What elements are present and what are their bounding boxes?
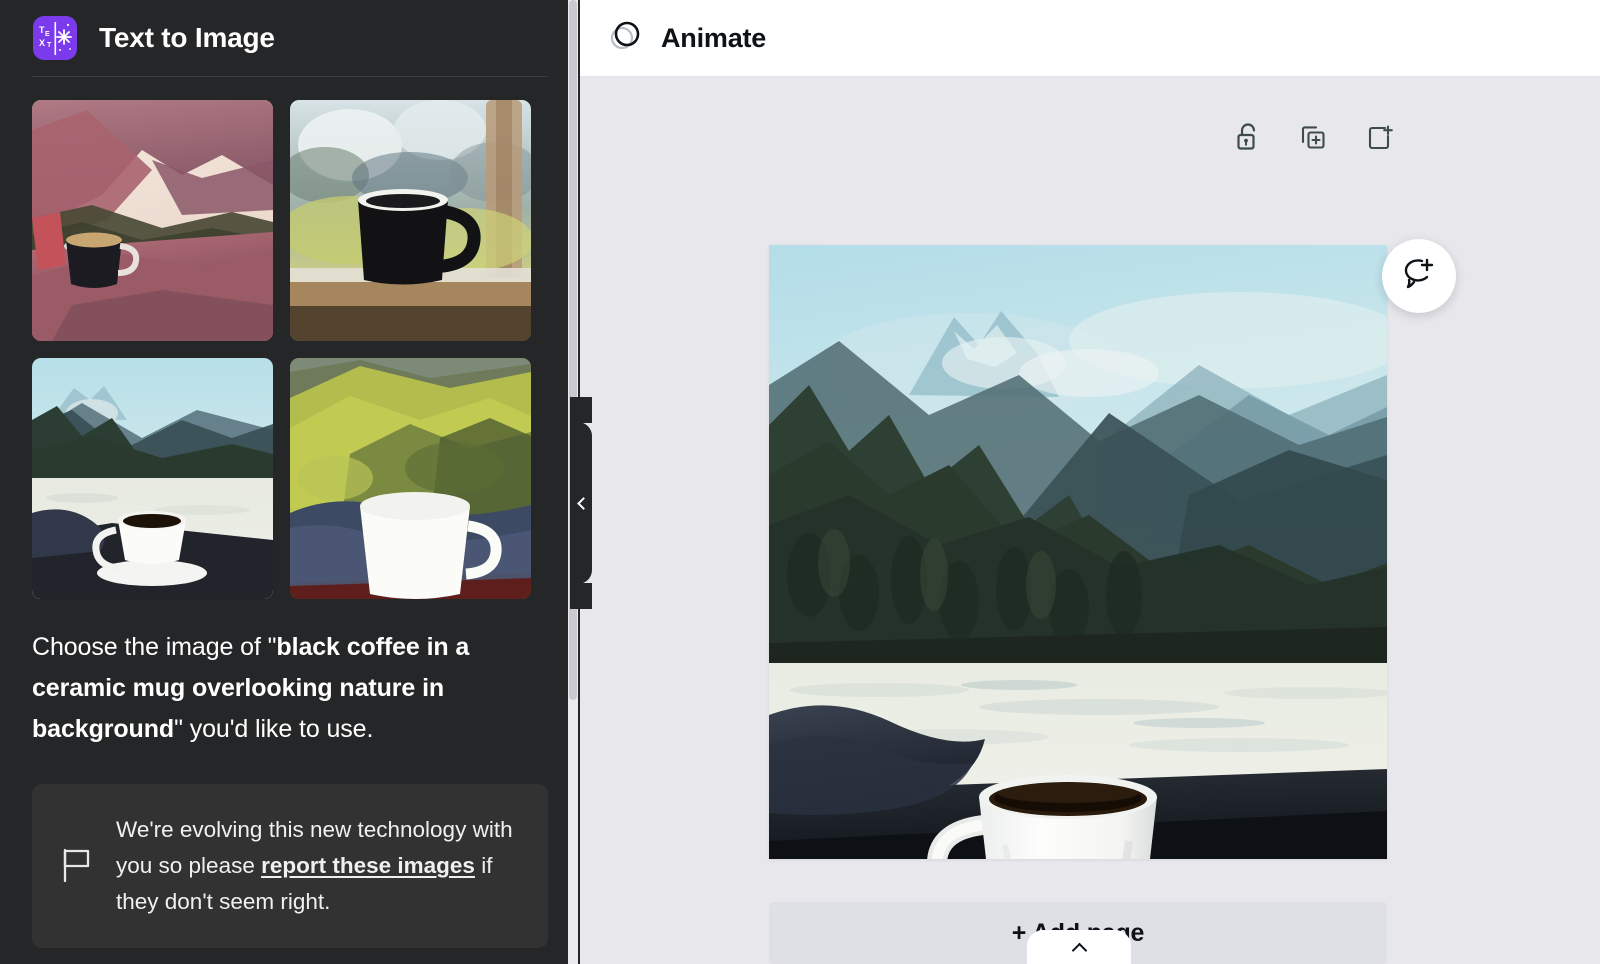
- editor-main: Animate +: [580, 0, 1600, 964]
- expand-page-panel-tab[interactable]: [1027, 930, 1131, 964]
- canvas-area: + Add page: [580, 77, 1600, 964]
- notice-text: We're evolving this new technology with …: [116, 812, 522, 920]
- chevron-up-icon: [1071, 942, 1087, 958]
- unlock-icon[interactable]: [1230, 120, 1266, 156]
- add-comment-button[interactable]: [1382, 239, 1456, 313]
- page-image[interactable]: [769, 245, 1387, 859]
- report-notice: We're evolving this new technology with …: [32, 784, 548, 948]
- prompt-lead: Choose the image of ": [32, 633, 277, 661]
- page-toolbar: [1230, 120, 1398, 156]
- page-title: Text to Image: [99, 22, 275, 53]
- duplicate-page-icon[interactable]: [1296, 120, 1332, 156]
- prompt-tail: " you'd like to use.: [174, 715, 374, 743]
- add-page-icon[interactable]: [1362, 120, 1398, 156]
- panel-header: T E X T Text to Image: [32, 0, 548, 76]
- chevron-left-icon: [576, 496, 590, 510]
- svg-text:T: T: [47, 42, 52, 49]
- report-images-link[interactable]: report these images: [261, 853, 475, 878]
- animate-circles-icon[interactable]: [607, 18, 643, 59]
- prompt-instruction: Choose the image of "black coffee in a c…: [32, 599, 548, 750]
- text-to-image-panel: T E X T Text to Image Choose the image o…: [0, 0, 580, 964]
- image-results-grid: [32, 77, 548, 599]
- editor-topbar: Animate: [580, 0, 1600, 77]
- thumbnail-3[interactable]: [32, 358, 273, 599]
- thumbnail-2[interactable]: [290, 100, 531, 341]
- animate-button-label[interactable]: Animate: [661, 23, 766, 54]
- thumbnail-4[interactable]: [290, 358, 531, 599]
- svg-text:E: E: [45, 31, 50, 38]
- thumbnail-1[interactable]: [32, 100, 273, 341]
- collapse-panel-handle[interactable]: [570, 397, 592, 609]
- app-root: T E X T Text to Image Choose the image o…: [0, 0, 1600, 964]
- flag-icon: [60, 845, 94, 888]
- add-comment-icon: [1400, 255, 1438, 298]
- text-to-image-icon: T E X T: [33, 16, 77, 60]
- svg-text:X: X: [39, 38, 45, 48]
